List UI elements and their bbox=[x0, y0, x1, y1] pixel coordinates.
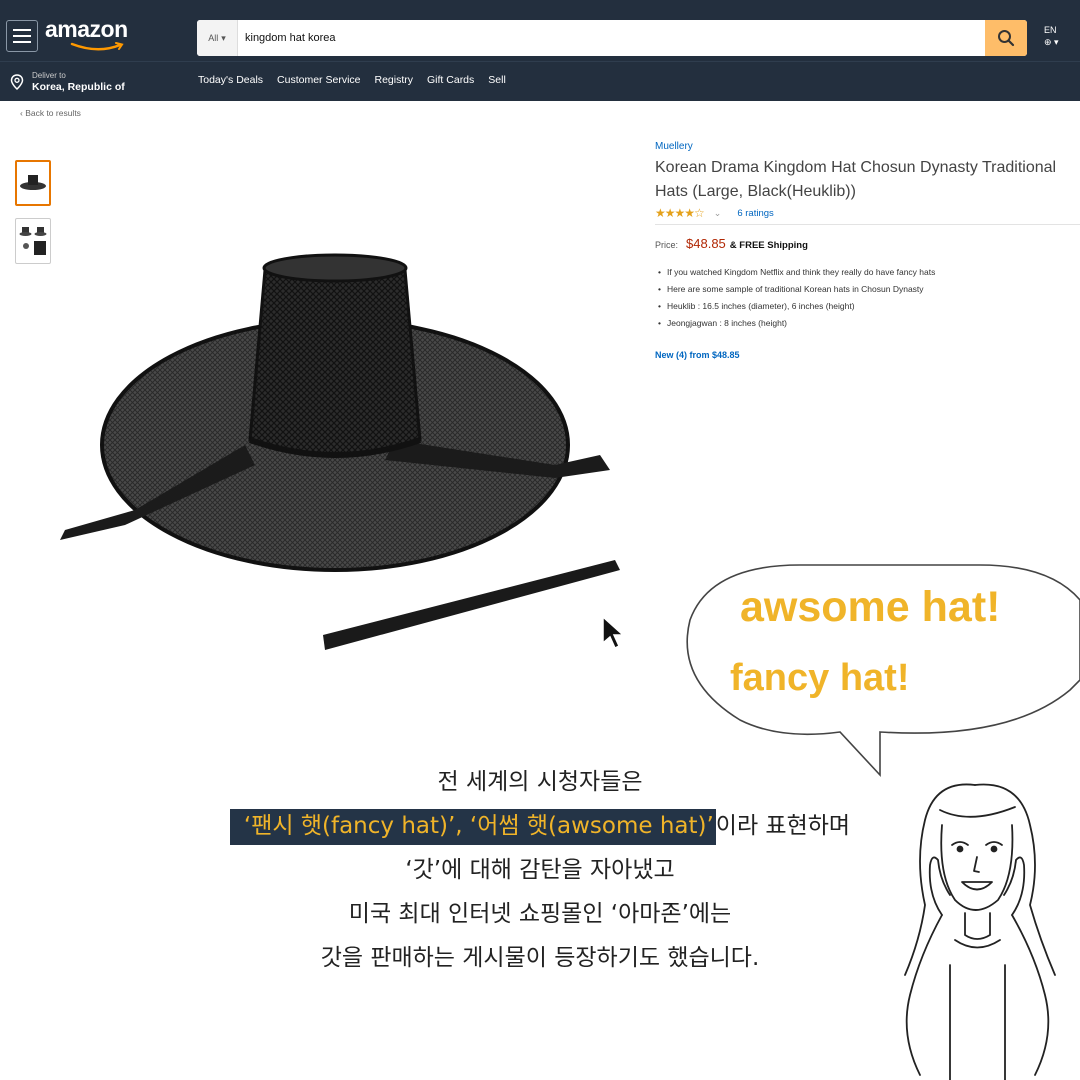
surprised-woman-illustration bbox=[904, 783, 1056, 1080]
amazon-logo[interactable]: amazon bbox=[45, 16, 128, 43]
nav-link-gift-cards[interactable]: Gift Cards bbox=[427, 74, 474, 86]
divider bbox=[655, 224, 1080, 225]
feature-bullet: Jeongjagwan : 8 inches (height) bbox=[658, 315, 935, 332]
product-image-gat-hat[interactable] bbox=[55, 240, 625, 670]
feature-bullet: Here are some sample of traditional Kore… bbox=[658, 281, 935, 298]
search-category-dropdown[interactable]: All ▾ bbox=[197, 20, 238, 56]
star-rating-icon[interactable]: ★★★★☆ bbox=[655, 206, 705, 220]
back-to-results-link[interactable]: ‹ Back to results bbox=[20, 108, 81, 118]
caption-line-5: 갓을 판매하는 게시물이 등장하기도 했습니다. bbox=[320, 945, 760, 971]
top-header-bar: amazon All ▾ EN ⊕ ▾ bbox=[0, 0, 1080, 61]
free-shipping-label: & FREE Shipping bbox=[729, 240, 808, 251]
price-row: Price: $48.85 & FREE Shipping bbox=[655, 236, 808, 251]
nav-link-sell[interactable]: Sell bbox=[488, 74, 506, 86]
globe-icon: ⊕ ▾ bbox=[1044, 37, 1059, 47]
amazon-smile-icon bbox=[70, 42, 124, 51]
caption-line-2-rest: 이라 표현하며 bbox=[715, 813, 851, 839]
thumbnail-2[interactable] bbox=[15, 218, 51, 264]
deliver-label: Deliver to bbox=[32, 71, 66, 80]
cursor-arrow-icon bbox=[602, 615, 625, 650]
price-label: Price: bbox=[655, 240, 679, 250]
deliver-location: Korea, Republic of bbox=[32, 81, 125, 93]
search-bar: All ▾ bbox=[197, 20, 1027, 56]
nav-link-customer-service[interactable]: Customer Service bbox=[277, 74, 360, 86]
caption-highlight: ‘팬시 햇(fancy hat)’, ‘어썸 햇(awsome hat)’ bbox=[229, 809, 716, 845]
chevron-down-icon: ▾ bbox=[221, 32, 226, 43]
ratings-count-link[interactable]: 6 ratings bbox=[737, 208, 773, 219]
nav-links: Today's Deals Customer Service Registry … bbox=[198, 74, 506, 86]
price-value: $48.85 bbox=[686, 236, 726, 251]
search-category-label: All bbox=[208, 33, 219, 43]
hamburger-menu-icon[interactable] bbox=[6, 20, 38, 52]
caption-line-2: ‘팬시 햇(fancy hat)’, ‘어썸 햇(awsome hat)’이라 … bbox=[120, 804, 960, 848]
hat-set-thumbnail-icon bbox=[19, 227, 47, 255]
feature-bullet: Heuklib : 16.5 inches (diameter), 6 inch… bbox=[658, 298, 935, 315]
caption-line-4: 미국 최대 인터넷 쇼핑몰인 ‘아마존’에는 bbox=[348, 901, 732, 927]
bubble-text-awsome-hat: awsome hat! bbox=[740, 583, 1001, 631]
search-button[interactable] bbox=[985, 20, 1027, 56]
bubble-text-fancy-hat: fancy hat! bbox=[730, 657, 910, 699]
nav-bar bbox=[0, 61, 1080, 101]
language-selector[interactable]: EN ⊕ ▾ bbox=[1044, 24, 1059, 48]
chevron-down-icon[interactable]: ⌄ bbox=[714, 208, 722, 219]
search-input[interactable] bbox=[245, 20, 965, 56]
nav-link-registry[interactable]: Registry bbox=[375, 74, 414, 86]
hat-thumbnail-icon bbox=[20, 175, 46, 190]
feature-bullet: If you watched Kingdom Netflix and think… bbox=[658, 264, 935, 281]
nav-link-todays-deals[interactable]: Today's Deals bbox=[198, 74, 263, 86]
rating-row: ★★★★☆ ⌄ 6 ratings bbox=[655, 206, 774, 220]
caption-line-3: ‘갓’에 대해 감탄을 자아냈고 bbox=[405, 857, 675, 883]
caption-line-1: 전 세계의 시청자들은 bbox=[437, 769, 643, 795]
feature-bullets: If you watched Kingdom Netflix and think… bbox=[658, 264, 935, 332]
product-title: Korean Drama Kingdom Hat Chosun Dynasty … bbox=[655, 159, 1057, 200]
brand-link[interactable]: Muellery bbox=[655, 141, 693, 152]
location-pin-icon bbox=[10, 74, 24, 90]
caption: 전 세계의 시청자들은 ‘팬시 햇(fancy hat)’, ‘어썸 햇(aws… bbox=[120, 760, 960, 980]
language-label: EN bbox=[1044, 25, 1057, 35]
thumbnail-1[interactable] bbox=[15, 160, 51, 206]
search-icon bbox=[998, 30, 1015, 47]
new-offers-link[interactable]: New (4) from $48.85 bbox=[655, 350, 740, 360]
